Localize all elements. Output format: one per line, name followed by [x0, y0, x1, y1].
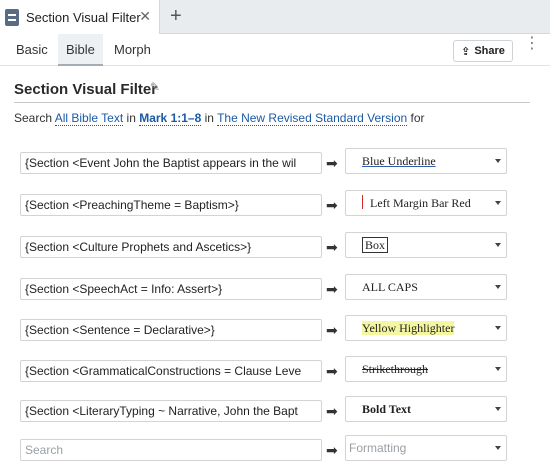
in-text-2: in — [204, 111, 214, 125]
share-label: Share — [474, 45, 505, 57]
format-select[interactable]: Strikethrough — [345, 356, 507, 382]
format-label: Strikethrough — [362, 362, 428, 376]
page-title: Section Visual Filter — [14, 81, 158, 98]
chevron-down-icon — [495, 285, 501, 289]
chevron-down-icon — [495, 201, 501, 205]
version-link[interactable]: The New Revised Standard Version — [217, 111, 408, 126]
format-select[interactable]: Box — [345, 232, 507, 258]
more-options-icon[interactable]: ⋮ — [524, 36, 540, 60]
new-filter-row: Search ➡ Formatting — [20, 435, 510, 461]
format-placeholder: Formatting — [349, 441, 407, 455]
format-label: Left Margin Bar Red — [362, 196, 471, 210]
tab-title: Section Visual Filter — [26, 9, 141, 25]
format-label: ALL CAPS — [362, 280, 418, 294]
close-icon[interactable]: ✕ — [139, 9, 151, 23]
format-select[interactable]: ALL CAPS — [345, 274, 507, 300]
format-select[interactable]: Formatting — [345, 435, 507, 461]
format-label: Bold Text — [362, 402, 412, 416]
chevron-down-icon — [495, 326, 501, 330]
arrow-right-icon: ➡ — [326, 239, 338, 255]
condition-input[interactable]: {Section <Culture Prophets and Ascetics>… — [20, 236, 322, 258]
search-description: Search All Bible Text in Mark 1:1–8 in T… — [14, 111, 425, 126]
condition-input[interactable]: {Section <Event John the Baptist appears… — [20, 152, 322, 174]
format-label: Blue Underline — [362, 154, 436, 168]
scope-link[interactable]: All Bible Text — [54, 111, 124, 126]
in-text-1: in — [126, 111, 136, 125]
document-icon — [5, 8, 19, 26]
format-select[interactable]: Bold Text — [345, 396, 507, 422]
title-divider — [14, 102, 530, 103]
search-input[interactable]: Search — [20, 439, 322, 461]
pencil-icon[interactable]: ✎ — [150, 80, 160, 94]
format-select[interactable]: Yellow Highlighter — [345, 315, 507, 341]
arrow-right-icon: ➡ — [326, 281, 338, 297]
arrow-right-icon: ➡ — [326, 363, 338, 379]
search-prefix: Search — [14, 111, 53, 125]
chevron-down-icon — [495, 367, 501, 371]
filter-row: {Section <LiteraryTyping ~ Narrative, Jo… — [20, 396, 510, 422]
arrow-right-icon: ➡ — [326, 155, 338, 171]
arrow-right-icon: ➡ — [326, 442, 338, 458]
tab-strip: Section Visual Filter ✕ + — [0, 0, 550, 34]
arrow-right-icon: ➡ — [326, 403, 338, 419]
chevron-down-icon — [495, 446, 501, 450]
condition-input[interactable]: {Section <PreachingTheme = Baptism>} — [20, 194, 322, 216]
sub-tab-bar: Basic Bible Morph ⇪ Share ⋮ — [0, 34, 550, 66]
arrow-right-icon: ➡ — [326, 197, 338, 213]
share-button[interactable]: ⇪ Share — [453, 40, 513, 62]
chevron-down-icon — [495, 407, 501, 411]
chevron-down-icon — [495, 159, 501, 163]
filter-row: {Section <Event John the Baptist appears… — [20, 148, 510, 174]
search-suffix: for — [410, 111, 425, 125]
format-select[interactable]: Blue Underline — [345, 148, 507, 174]
arrow-right-icon: ➡ — [326, 322, 338, 338]
condition-input[interactable]: {Section <GrammaticalConstructions = Cla… — [20, 360, 322, 382]
filter-row: {Section <Sentence = Declarative>} ➡ Yel… — [20, 315, 510, 341]
chevron-down-icon — [495, 243, 501, 247]
add-tab-icon[interactable]: + — [170, 6, 182, 26]
tab-section-visual-filter[interactable]: Section Visual Filter ✕ — [0, 0, 160, 34]
filter-row: {Section <GrammaticalConstructions = Cla… — [20, 356, 510, 382]
tab-morph[interactable]: Morph — [106, 34, 159, 66]
filter-row: {Section <PreachingTheme = Baptism>} ➡ L… — [20, 190, 510, 216]
format-label: Box — [362, 237, 389, 253]
condition-input[interactable]: {Section <LiteraryTyping ~ Narrative, Jo… — [20, 400, 322, 422]
tab-bible[interactable]: Bible — [58, 34, 103, 66]
condition-input[interactable]: {Section <SpeechAct = Info: Assert>} — [20, 278, 322, 300]
reference-link[interactable]: Mark 1:1–8 — [139, 111, 202, 126]
tab-basic[interactable]: Basic — [8, 34, 56, 66]
filter-row: {Section <Culture Prophets and Ascetics>… — [20, 232, 510, 258]
condition-input[interactable]: {Section <Sentence = Declarative>} — [20, 319, 322, 341]
format-select[interactable]: Left Margin Bar Red — [345, 190, 507, 216]
filter-row: {Section <SpeechAct = Info: Assert>} ➡ A… — [20, 274, 510, 300]
format-label: Yellow Highlighter — [362, 321, 455, 335]
share-icon: ⇪ — [461, 45, 471, 58]
